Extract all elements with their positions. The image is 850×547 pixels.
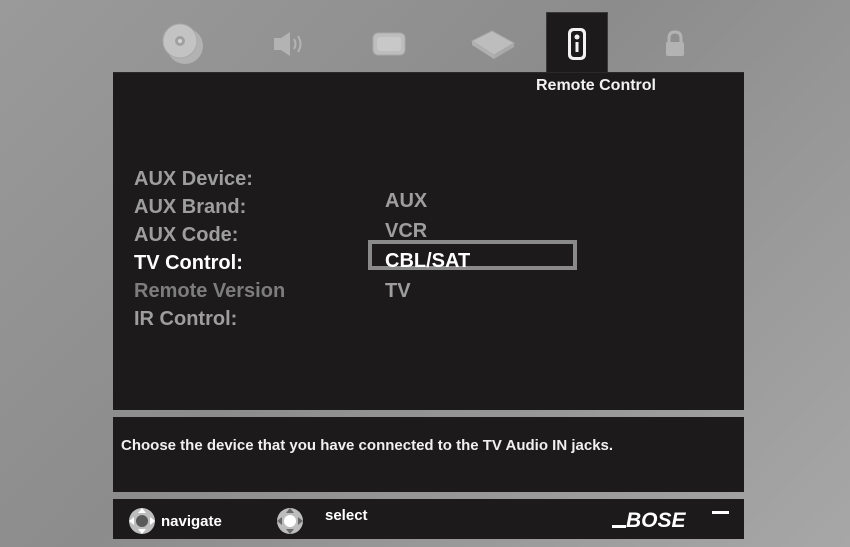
tab-remote-control[interactable] (546, 12, 608, 76)
option-aux[interactable]: AUX (384, 187, 470, 217)
setting-aux-device[interactable]: AUX Device: (134, 165, 285, 193)
help-text: Choose the device that you have connecte… (121, 437, 614, 454)
tab-audio[interactable] (258, 20, 318, 68)
select-label: select (325, 506, 368, 524)
dpad-navigate-icon (129, 508, 155, 534)
option-cbl-sat[interactable]: CBL/SAT (384, 247, 470, 277)
panel-title: Remote Control (536, 77, 656, 94)
select-hint: select (273, 506, 368, 536)
dpad-select-icon (277, 508, 303, 534)
settings-list: AUX Device: AUX Brand: AUX Code: TV Cont… (134, 165, 285, 333)
cable-box-icon (470, 30, 516, 59)
help-panel: Choose the device that you have connecte… (113, 417, 744, 492)
lock-icon (666, 30, 684, 56)
setting-ir-control[interactable]: IR Control: (134, 305, 285, 333)
setting-aux-brand[interactable]: AUX Brand: (134, 193, 285, 221)
setting-aux-code[interactable]: AUX Code: (134, 221, 285, 249)
settings-tab-bar (0, 12, 850, 76)
setting-remote-version[interactable]: Remote Version (134, 277, 285, 305)
option-vcr[interactable]: VCR (384, 217, 470, 247)
footer-bar: navigate select BOSE (113, 499, 744, 539)
speaker-icon (274, 32, 302, 56)
tab-lock[interactable] (645, 20, 705, 68)
remote-icon (568, 28, 586, 60)
disc-icon (162, 23, 203, 64)
tab-source[interactable] (463, 20, 523, 68)
setting-tv-control[interactable]: TV Control: (134, 249, 285, 277)
navigate-label: navigate (161, 512, 222, 530)
remote-control-panel: Remote Control AUX Device: AUX Brand: AU… (113, 72, 744, 410)
tv-icon (372, 32, 406, 56)
bose-logo-text: BOSE (626, 509, 687, 530)
tab-video[interactable] (359, 20, 419, 68)
bose-logo: BOSE (612, 508, 730, 535)
tab-disc[interactable] (153, 20, 213, 68)
option-list: AUX VCR CBL/SAT TV (384, 187, 470, 307)
option-tv[interactable]: TV (384, 277, 470, 307)
navigate-hint: navigate (125, 506, 222, 536)
